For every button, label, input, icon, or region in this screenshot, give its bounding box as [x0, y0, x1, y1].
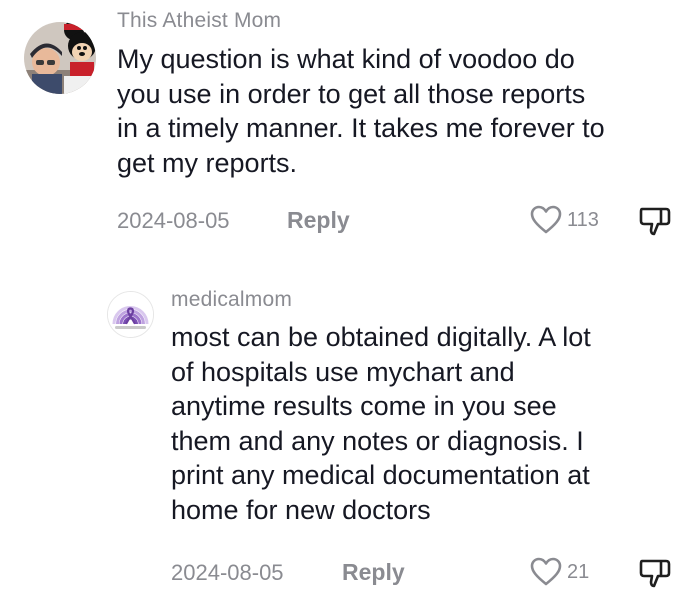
- comment-item: This Atheist Mom My question is what kin…: [0, 0, 700, 260]
- comment-username[interactable]: medicalmom: [171, 288, 292, 312]
- comment-text-line: in a timely manner. It takes me forever …: [117, 113, 605, 143]
- comment-username[interactable]: This Atheist Mom: [117, 9, 281, 33]
- comment-text-line: them and any notes or diagnosis. I: [171, 425, 584, 456]
- user-avatar[interactable]: [107, 291, 154, 338]
- heart-icon: [530, 205, 562, 234]
- like-count: 21: [567, 560, 590, 583]
- comment-text: most can be obtained digitally. A lot of…: [171, 320, 591, 527]
- comment-text-line: home for new doctors: [171, 494, 431, 525]
- dislike-button[interactable]: [638, 205, 672, 242]
- like-button[interactable]: 113: [530, 205, 599, 235]
- comment-text-line: you use in order to get all those report…: [117, 78, 586, 109]
- purple-rainbow-ribbon-icon: [108, 292, 153, 337]
- dislike-icon: [639, 207, 671, 236]
- comment-text-line: most can be obtained digitally. A lot: [171, 322, 591, 352]
- comment-text-line: of hospitals use mychart and: [171, 356, 515, 387]
- comment-text-line: get my reports.: [117, 147, 298, 178]
- dislike-icon: [639, 559, 671, 588]
- dislike-button[interactable]: [638, 557, 672, 594]
- heart-icon: [530, 557, 562, 586]
- user-avatar[interactable]: [24, 22, 96, 94]
- comment-date: 2024-08-05: [117, 208, 230, 233]
- reply-comment-item: medicalmom most can be obtained digitall…: [0, 260, 700, 604]
- reply-button[interactable]: Reply: [342, 559, 405, 586]
- like-button[interactable]: 21: [530, 557, 589, 587]
- reply-button[interactable]: Reply: [287, 207, 350, 234]
- comment-text-line: anytime results come in you see: [171, 391, 557, 421]
- comment-text-line: My question is what kind of voodoo do: [117, 44, 575, 74]
- comment-date: 2024-08-05: [171, 560, 284, 585]
- like-count: 113: [567, 208, 599, 231]
- mickey-mouse-avatar-icon: [24, 22, 96, 94]
- comment-text: My question is what kind of voodoo do yo…: [117, 42, 605, 180]
- comment-text-line: print any medical documentation at: [171, 460, 590, 490]
